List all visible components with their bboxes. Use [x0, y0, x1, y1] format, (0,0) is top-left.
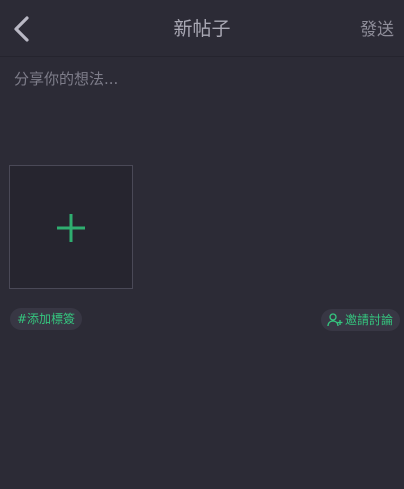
send-button[interactable]: 發送 — [360, 18, 394, 42]
add-tag-chip[interactable]: #添加標簽 — [10, 308, 83, 330]
plus-icon — [57, 214, 85, 242]
nav-bar: 新帖子 發送 — [0, 0, 404, 57]
post-content-input[interactable] — [10, 64, 394, 144]
add-person-icon — [327, 313, 343, 327]
add-tag-label: #添加標簽 — [17, 312, 76, 326]
invite-discussion-chip[interactable]: 邀請討論 — [320, 309, 400, 331]
page-title: 新帖子 — [173, 18, 231, 40]
add-media-button[interactable] — [9, 165, 133, 289]
new-post-screen: 新帖子 發送 #添加標簽 邀請討論 — [0, 0, 404, 489]
invite-discussion-label: 邀請討論 — [344, 313, 393, 327]
